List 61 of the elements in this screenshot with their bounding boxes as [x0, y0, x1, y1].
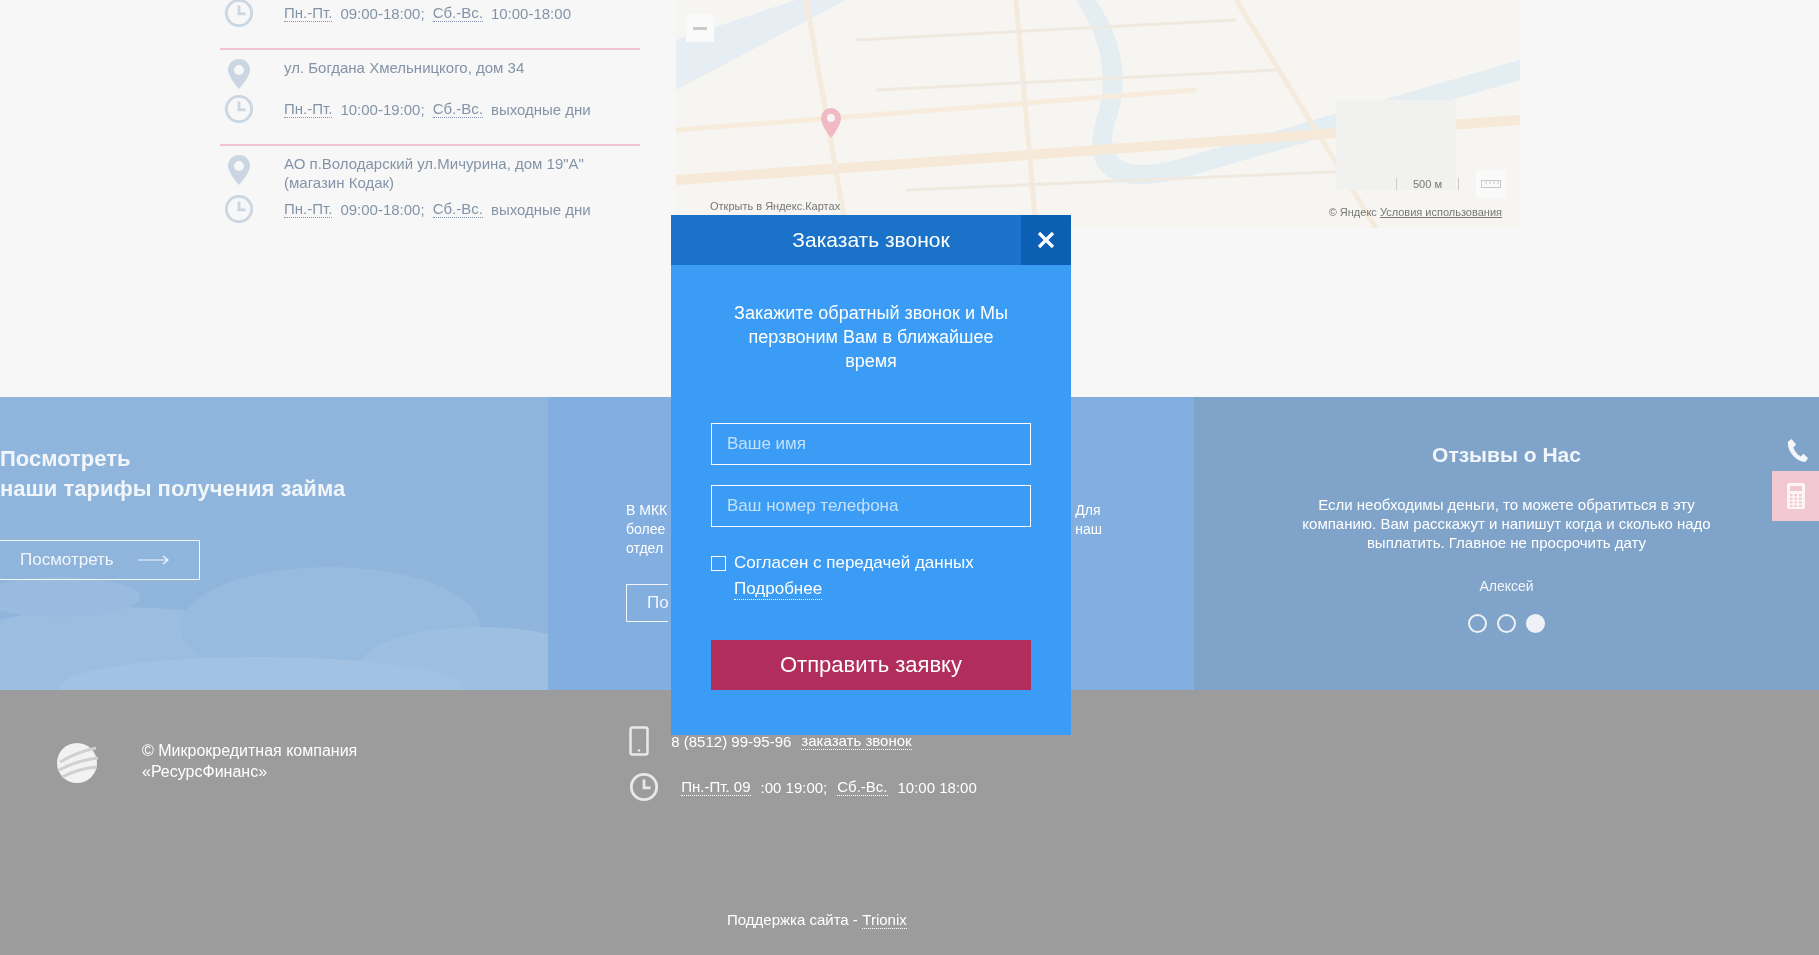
- view-button[interactable]: По: [626, 584, 668, 622]
- days-link[interactable]: Сб.-Вс.: [432, 100, 483, 118]
- hours-text: 10:00 18:00: [897, 777, 977, 798]
- days-link[interactable]: Пн.-Пт.: [284, 4, 333, 22]
- calculator-icon: [1786, 483, 1805, 509]
- ruler-icon: [1481, 180, 1501, 188]
- company-text: © Микрокредитная компания «РесурсФинанс»: [142, 741, 358, 782]
- open-map-link[interactable]: Открыть в Яндекс.Картах: [710, 200, 841, 212]
- phone-icon[interactable]: [1787, 437, 1809, 463]
- minus-icon: [693, 26, 707, 30]
- copyright-text: © Яндекс: [1328, 206, 1377, 218]
- hours-text: 10:00-18:00: [490, 3, 571, 23]
- address-text: ул. Богдана Хмельницкого, дом 34: [284, 58, 525, 77]
- clock-icon: [224, 94, 254, 124]
- input-field[interactable]: Ваш номер телефона: [711, 485, 1031, 527]
- clock-icon: [224, 194, 254, 224]
- phone-number: 8 (8512) 99-95-96: [671, 731, 792, 752]
- hours-text: выходные дни: [490, 199, 591, 219]
- reviews-title: Отзывы о Нас: [1432, 443, 1581, 467]
- offers-text: Для наш: [1075, 502, 1102, 537]
- mobile-phone-icon: [629, 726, 650, 756]
- calculator-button[interactable]: [1772, 471, 1819, 521]
- details-link[interactable]: Подробнее: [734, 579, 823, 600]
- logo-icon: [54, 740, 100, 786]
- hours-text: 09:00-18:00;: [340, 3, 425, 23]
- submit-button[interactable]: Отправить заявку: [711, 640, 1031, 690]
- dialog-title: Заказать звонок: [791, 228, 951, 252]
- close-icon: [1037, 231, 1055, 249]
- input-field[interactable]: Ваше имя: [711, 423, 1031, 465]
- promo-title: Посмотреть наши тарифы получения займа: [0, 445, 347, 503]
- slider-dot[interactable]: [1526, 614, 1545, 633]
- days-link[interactable]: Пн.-Пт.: [284, 100, 333, 118]
- days-link[interactable]: Сб.-Вс.: [837, 778, 888, 796]
- terms-link[interactable]: Условия использования: [1379, 206, 1502, 218]
- days-link[interactable]: Сб.-Вс.: [432, 200, 483, 218]
- arrow-icon: [137, 555, 170, 565]
- hours-text: выходные дни: [490, 99, 591, 119]
- checkbox[interactable]: [711, 556, 726, 571]
- slider-dot[interactable]: [1497, 614, 1516, 633]
- clock-icon: [629, 772, 660, 802]
- days-link[interactable]: Пн.-Пт.: [284, 200, 333, 218]
- consent-label: Согласен с передачей данных: [734, 553, 974, 573]
- zoom-out-button[interactable]: [686, 14, 714, 42]
- review-text: Если необходимы деньги, то можете обратиться в эту компанию. Вам расскажут и напишут когда и сколько надо выплатить. Главное не просрочить дату: [1301, 495, 1712, 552]
- offers-text: В МКК более отдел: [626, 501, 668, 558]
- days-link[interactable]: Пн.-Пт. 09: [681, 778, 751, 796]
- developer-link[interactable]: Trionix: [862, 911, 907, 929]
- support-text: Поддержка сайта -: [727, 911, 858, 928]
- view-button[interactable]: Посмотреть: [0, 540, 200, 580]
- ruler-button[interactable]: [1476, 170, 1506, 198]
- address-text: АО п.Володарский ул.Мичурина, дом 19"А" (магазин Кодак): [284, 154, 584, 192]
- close-button[interactable]: [1021, 215, 1071, 265]
- hours-text: 10:00-19:00;: [340, 99, 425, 119]
- dialog-intro: Закажите обратный звонок и Мы перзвоним Вам в ближайшее время: [733, 302, 1009, 373]
- hours-text: :00 19:00;: [760, 777, 828, 798]
- days-link[interactable]: Сб.-Вс.: [432, 4, 483, 22]
- slider-dot[interactable]: [1468, 614, 1487, 633]
- scale-label: 500 м: [1396, 178, 1459, 190]
- hours-text: 09:00-18:00;: [340, 199, 425, 219]
- clock-icon: [224, 0, 254, 28]
- review-author: Алексей: [1479, 578, 1534, 594]
